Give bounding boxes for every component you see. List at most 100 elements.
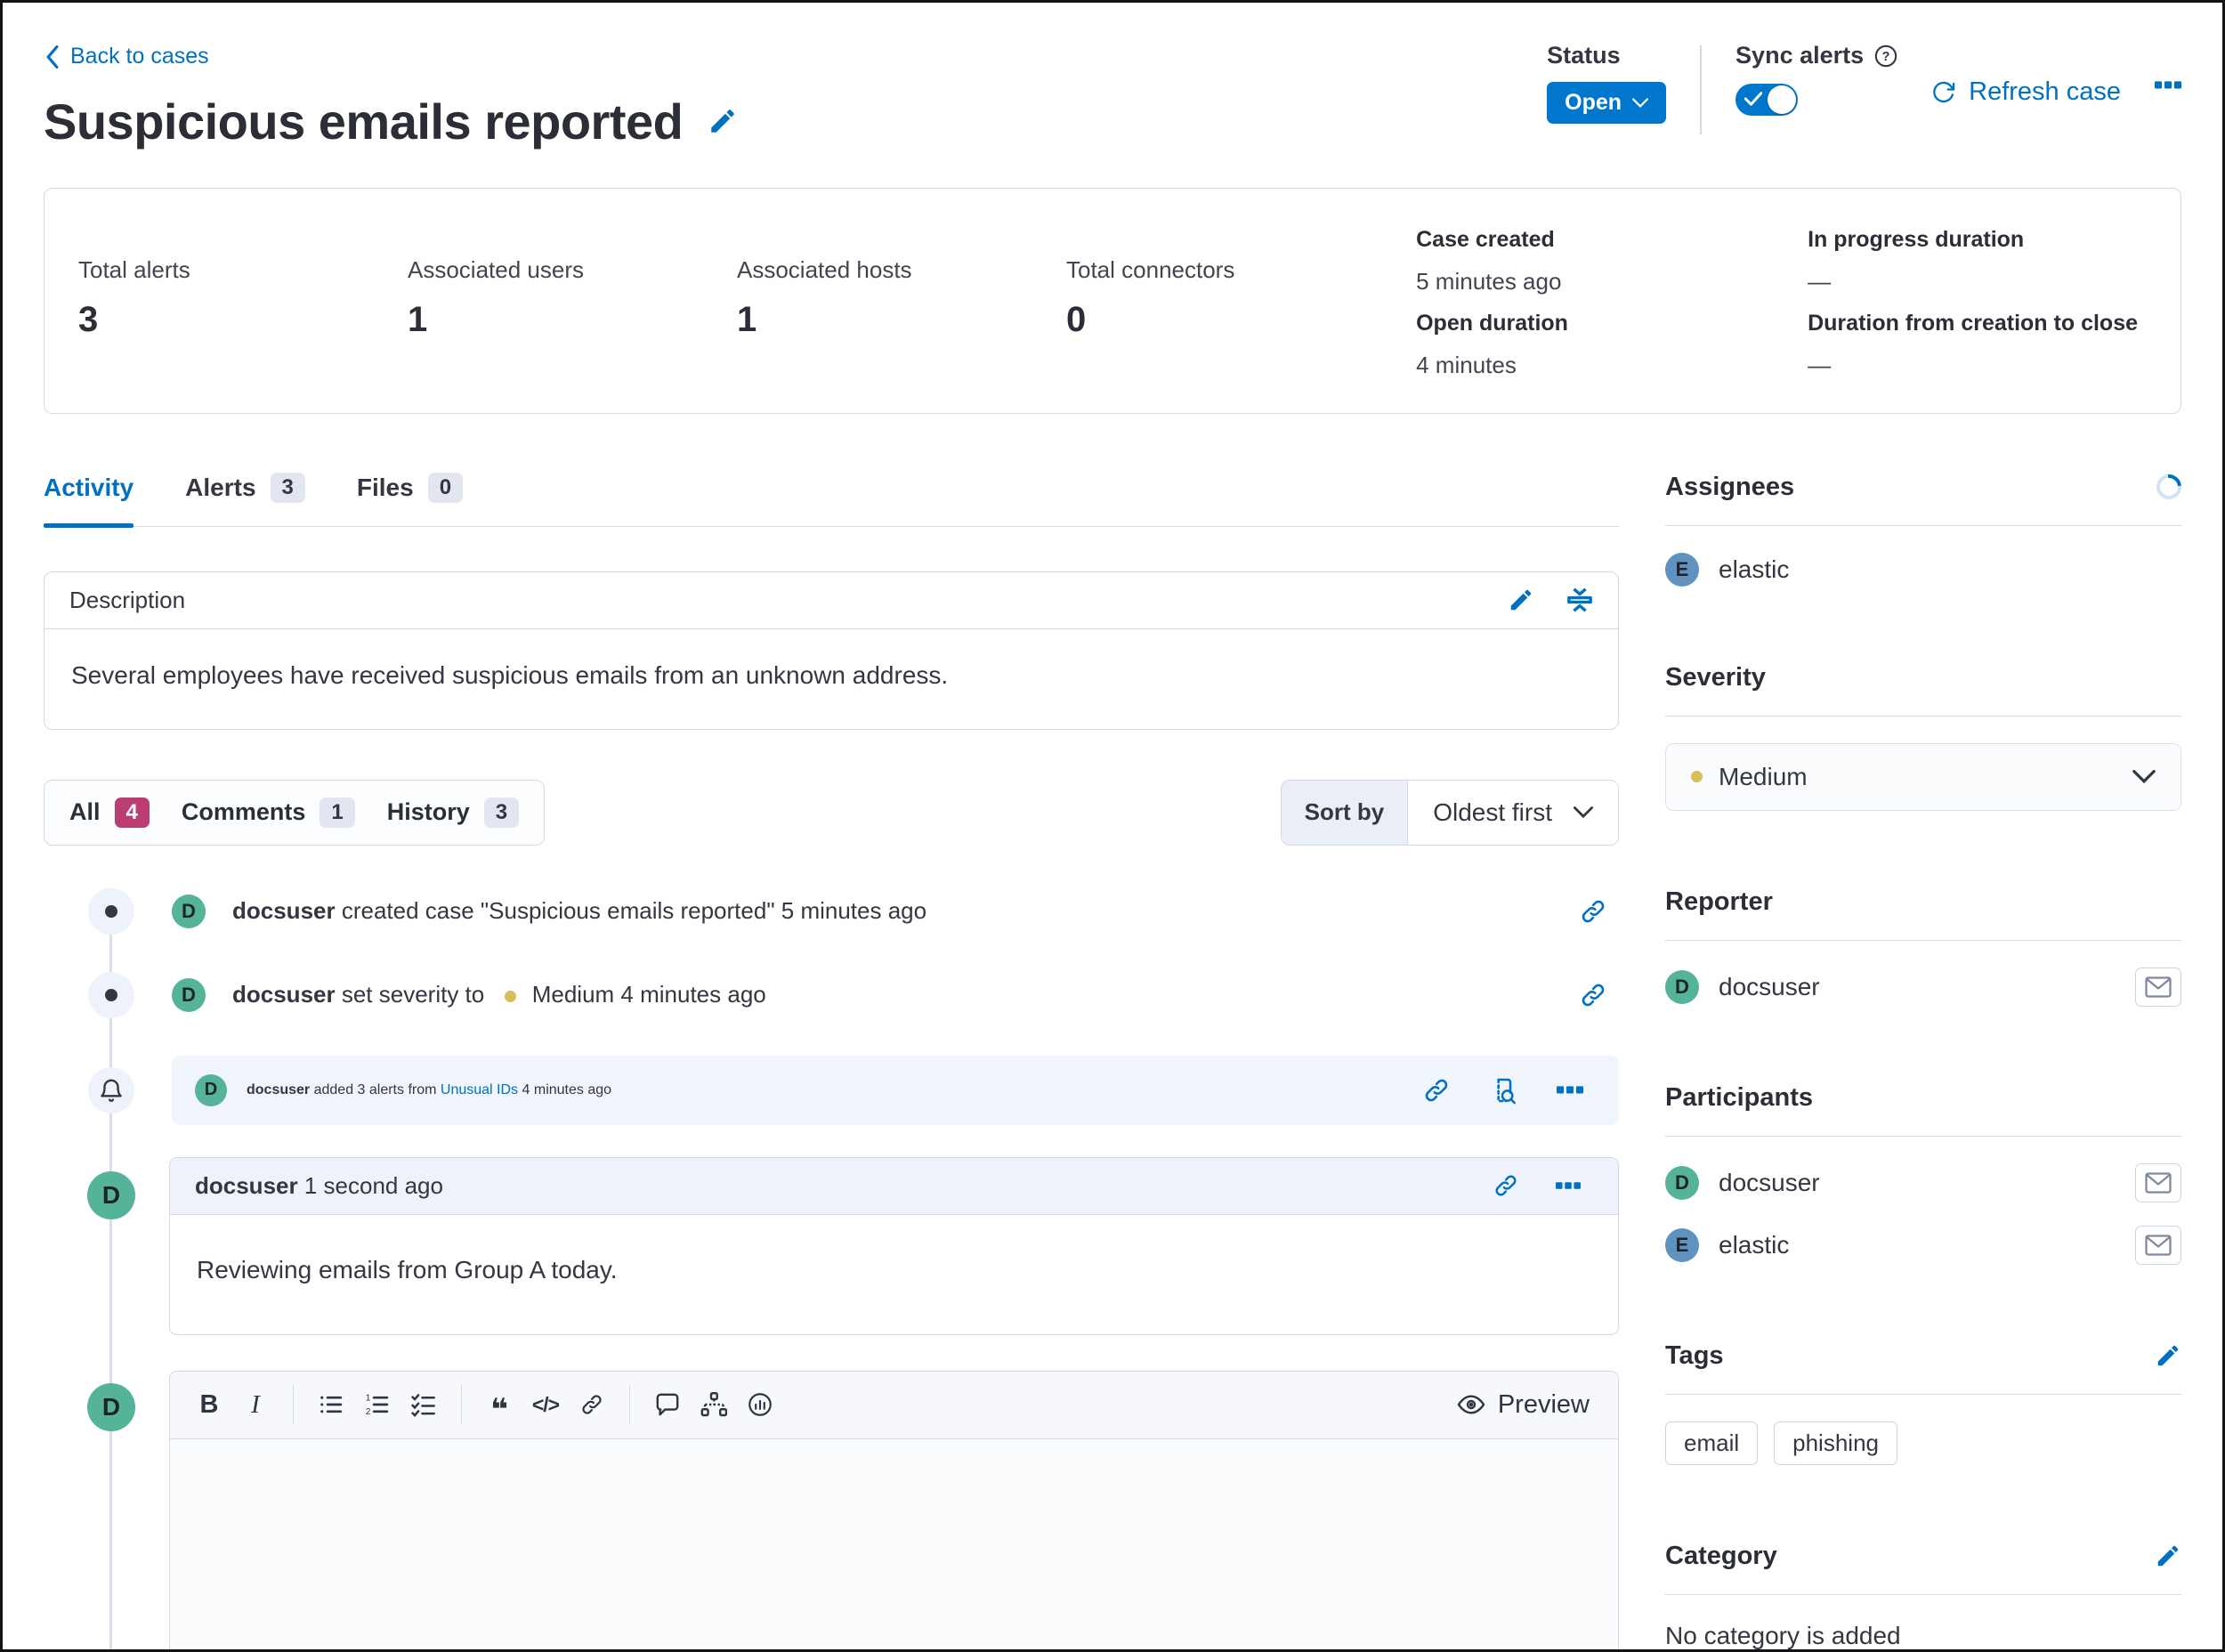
unordered-list-button[interactable] [308, 1381, 354, 1428]
refresh-case-button[interactable]: Refresh case [1931, 77, 2121, 107]
stat-associated-users: Associated users 1 [408, 219, 737, 386]
task-list-button[interactable] [400, 1381, 447, 1428]
filter-history-count-badge: 3 [484, 798, 519, 828]
chevron-down-icon [2132, 770, 2156, 784]
avatar: D [1665, 1166, 1699, 1200]
event-description: added 3 alerts from [314, 1082, 437, 1097]
sort-by-select[interactable]: Sort by Oldest first [1281, 780, 1619, 846]
code-button[interactable]: </> [522, 1381, 569, 1428]
svg-text:1: 1 [366, 1393, 371, 1403]
copy-link-button[interactable] [1493, 1173, 1518, 1198]
meta-value: 4 minutes [1416, 344, 1723, 386]
reporter-row: D docsuser [1665, 968, 2181, 1007]
meta-value: — [1808, 261, 2138, 303]
speech-bubble-icon [655, 1392, 680, 1417]
filter-comments-count-badge: 1 [320, 798, 354, 828]
tag-badge: email [1665, 1421, 1758, 1465]
sync-alerts-toggle[interactable] [1736, 84, 1798, 116]
filter-history[interactable]: History 3 [387, 798, 519, 828]
event-username: docsuser [232, 981, 336, 1008]
copy-link-button[interactable] [1580, 982, 1606, 1008]
tab-alerts[interactable]: Alerts 3 [185, 473, 305, 526]
header-actions: Status Open Sync alerts ? [1547, 29, 2181, 134]
question-circle-icon[interactable]: ? [1874, 45, 1897, 68]
tab-activity[interactable]: Activity [44, 473, 134, 526]
stat-value: 1 [737, 300, 1066, 340]
insert-timeline-button[interactable] [644, 1381, 691, 1428]
markdown-editor-card: B I 12 [169, 1371, 1619, 1652]
insert-visualization-button[interactable] [737, 1381, 783, 1428]
tab-label: Alerts [185, 474, 255, 502]
email-user-button[interactable] [2135, 1163, 2181, 1203]
case-detail-page: Back to cases Suspicious emails reported… [0, 0, 2225, 1652]
tags-section: Tags email phishing [1665, 1341, 2181, 1465]
bold-button[interactable]: B [186, 1381, 232, 1428]
meta-value: 5 minutes ago [1416, 261, 1723, 303]
stat-label: Associated users [408, 256, 737, 284]
timeline-dot-marker [88, 888, 134, 935]
chevron-left-icon [44, 45, 61, 69]
severity-select[interactable]: Medium [1665, 743, 2181, 811]
alert-actions-menu-button[interactable] [1557, 1084, 1583, 1097]
link-icon [1493, 1173, 1518, 1198]
status-dropdown-button[interactable]: Open [1547, 82, 1666, 124]
insert-link-button[interactable] [569, 1381, 615, 1428]
toolbar-divider [629, 1385, 630, 1424]
copy-link-button[interactable] [1580, 898, 1606, 925]
pencil-icon [2155, 1543, 2181, 1569]
section-divider [1665, 1594, 2181, 1595]
toolbar-divider [461, 1385, 462, 1424]
event-text: docsuser created case "Suspicious emails… [232, 897, 926, 925]
category-empty-text: No category is added [1665, 1622, 2181, 1650]
italic-button[interactable]: I [232, 1381, 279, 1428]
email-user-button[interactable] [2135, 1226, 2181, 1265]
collapse-description-button[interactable] [1566, 587, 1593, 613]
event-text: docsuser added 3 alerts from Unusual IDs… [247, 1082, 611, 1098]
edit-description-button[interactable] [1508, 587, 1534, 613]
avatar: E [1665, 1228, 1699, 1262]
edit-category-button[interactable] [2155, 1543, 2181, 1569]
stat-value: 1 [408, 300, 737, 340]
stat-total-alerts: Total alerts 3 [78, 219, 408, 386]
svg-text:2: 2 [366, 1407, 371, 1417]
back-to-cases-link[interactable]: Back to cases [44, 44, 209, 69]
activity-filters: All 4 Comments 1 History 3 [44, 780, 545, 846]
comment-actions-menu-button[interactable] [1556, 1180, 1581, 1192]
reporter-name: docsuser [1719, 973, 1820, 1001]
stat-label: Associated hosts [737, 256, 1066, 284]
checklist-icon [411, 1392, 436, 1417]
avatar: D [1665, 970, 1699, 1004]
eye-icon [1457, 1390, 1485, 1419]
stat-value: 3 [78, 300, 408, 340]
insert-investigation-button[interactable] [691, 1381, 737, 1428]
tag-badge: phishing [1774, 1421, 1897, 1465]
case-actions-menu-button[interactable] [2155, 79, 2181, 92]
copy-link-button[interactable] [1423, 1077, 1450, 1104]
email-user-button[interactable] [2135, 968, 2181, 1007]
preview-button[interactable]: Preview [1457, 1390, 1602, 1420]
new-comment-editor: D B I [44, 1371, 1619, 1652]
show-alert-details-button[interactable] [1489, 1076, 1517, 1105]
header-left: Back to cases Suspicious emails reported [44, 29, 738, 150]
edit-title-button[interactable] [708, 106, 738, 136]
toolbar-divider [293, 1385, 294, 1424]
hierarchy-icon [700, 1391, 727, 1418]
unusual-ids-link[interactable]: Unusual IDs [441, 1082, 518, 1097]
category-title: Category [1665, 1542, 1777, 1571]
event-description: set severity to [342, 981, 484, 1008]
tab-files[interactable]: Files 0 [357, 473, 463, 526]
filter-all[interactable]: All 4 [69, 798, 150, 828]
filter-comments[interactable]: Comments 1 [182, 798, 355, 828]
case-sidebar: Assignees E elastic Severity [1665, 473, 2181, 1652]
edit-tags-button[interactable] [2155, 1342, 2181, 1369]
sync-alerts-label: Sync alerts [1736, 42, 1864, 69]
tab-files-count-badge: 0 [428, 473, 463, 503]
meta-label: In progress duration [1808, 219, 2138, 261]
comment-editor-textarea[interactable] [170, 1439, 1618, 1652]
activity-timeline: D docsuser created case "Suspicious emai… [44, 888, 1619, 1652]
quote-button[interactable]: ❝ [476, 1381, 522, 1428]
bell-icon [98, 1077, 125, 1104]
ordered-list-button[interactable]: 12 [354, 1381, 400, 1428]
event-severity-text: Medium 4 minutes ago [532, 981, 766, 1008]
description-title: Description [69, 587, 185, 614]
